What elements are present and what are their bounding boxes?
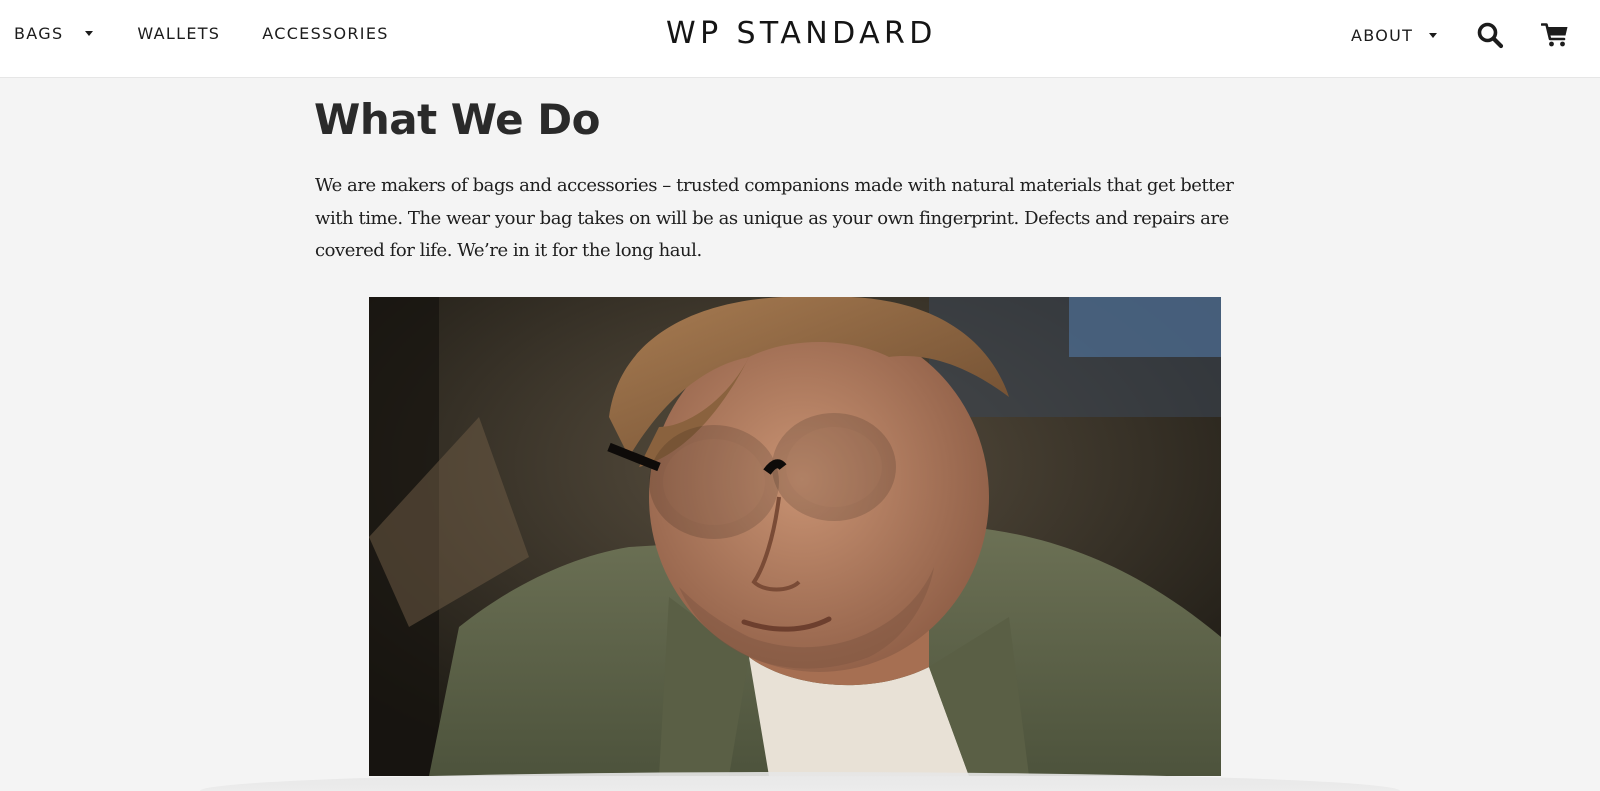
- intro-paragraph: We are makers of bags and accessories – …: [315, 175, 1234, 261]
- nav-item-about[interactable]: ABOUT: [1351, 24, 1438, 46]
- search-icon[interactable]: [1475, 20, 1505, 50]
- site-logo[interactable]: WP STANDARD: [666, 14, 932, 54]
- nav-item-accessories-label: ACCESSORIES: [262, 23, 389, 43]
- nav-item-bags[interactable]: BAGS: [14, 22, 94, 44]
- nav-item-bags-label: BAGS: [14, 23, 64, 43]
- caret-down-icon: [1429, 32, 1438, 38]
- primary-nav: BAGS WALLETS ACCESSORIES: [14, 22, 389, 44]
- craftsman-video[interactable]: [369, 297, 1221, 776]
- nav-item-about-label: ABOUT: [1351, 25, 1414, 45]
- nav-item-wallets[interactable]: WALLETS: [137, 22, 220, 44]
- site-header: BAGS WALLETS ACCESSORIES WP STANDARD ABO…: [0, 0, 1600, 78]
- nav-item-accessories[interactable]: ACCESSORIES: [262, 22, 388, 44]
- nav-item-wallets-label: WALLETS: [137, 23, 221, 43]
- page-title: What We Do: [314, 95, 600, 144]
- cart-icon[interactable]: [1540, 20, 1570, 50]
- caret-down-icon: [85, 30, 94, 36]
- craftsman-photo: [369, 297, 1221, 776]
- main-content: What We Do We are makers of bags and acc…: [314, 90, 1275, 268]
- secondary-nav: ABOUT: [1351, 20, 1570, 50]
